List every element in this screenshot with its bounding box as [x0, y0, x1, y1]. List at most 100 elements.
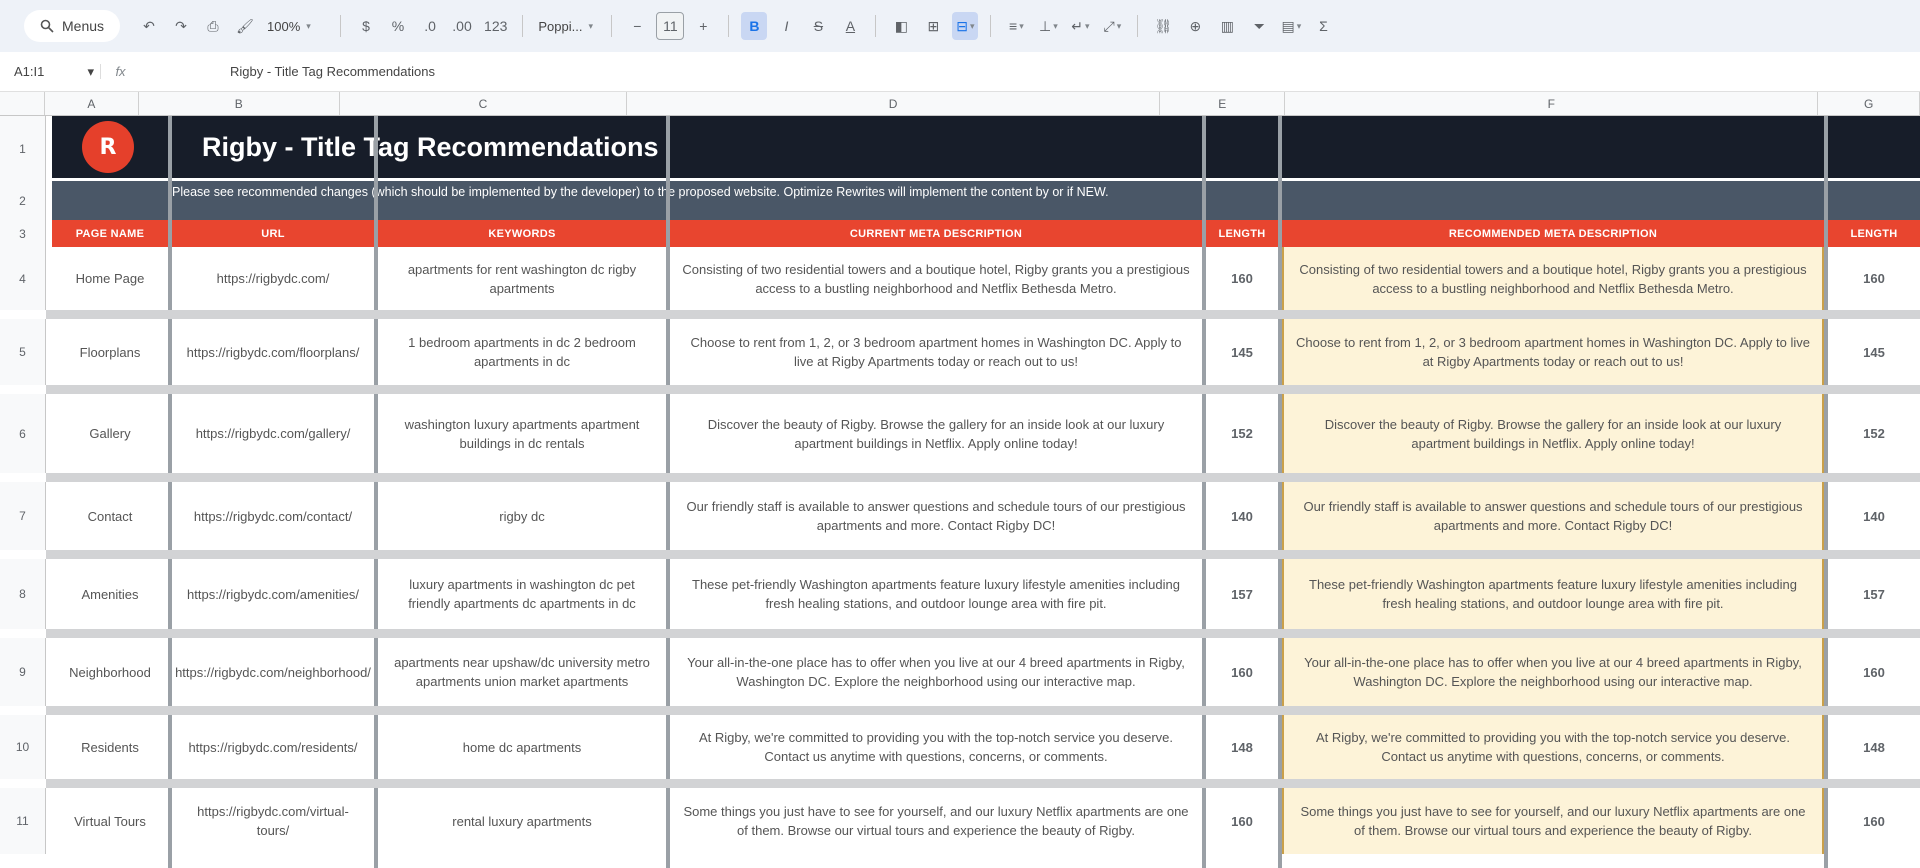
- cell-length[interactable]: 160: [1206, 247, 1278, 310]
- decimal-decrease-icon[interactable]: .0: [417, 12, 443, 40]
- column-header[interactable]: A: [45, 92, 139, 115]
- cell-keywords[interactable]: washington luxury apartments apartment b…: [378, 394, 666, 473]
- cell-length[interactable]: 160: [1828, 638, 1920, 706]
- cell-current-meta[interactable]: Consisting of two residential towers and…: [670, 247, 1202, 310]
- row-header[interactable]: 4: [0, 247, 46, 310]
- cell-page-name[interactable]: Contact: [52, 482, 168, 550]
- currency-icon[interactable]: $: [353, 12, 379, 40]
- name-box[interactable]: A1:I1 ▾: [0, 64, 100, 80]
- cell-length[interactable]: 160: [1828, 788, 1920, 854]
- cell-url[interactable]: https://rigbydc.com/contact/: [172, 482, 374, 550]
- paint-format-icon[interactable]: 🖌: [232, 12, 258, 40]
- font-select[interactable]: Poppi...: [535, 12, 599, 40]
- cell-keywords[interactable]: luxury apartments in washington dc pet f…: [378, 559, 666, 629]
- font-size-decrease-icon[interactable]: −: [624, 12, 650, 40]
- cell-keywords[interactable]: 1 bedroom apartments in dc 2 bedroom apa…: [378, 319, 666, 385]
- cell-url[interactable]: https://rigbydc.com/neighborhood/: [172, 638, 374, 706]
- strikethrough-icon[interactable]: S: [805, 12, 831, 40]
- row-header[interactable]: 9: [0, 638, 46, 706]
- undo-icon[interactable]: ↶: [136, 12, 162, 40]
- cell-page-name[interactable]: Residents: [52, 715, 168, 779]
- cell-url[interactable]: https://rigbydc.com/residents/: [172, 715, 374, 779]
- cell-length[interactable]: 152: [1828, 394, 1920, 473]
- row-header[interactable]: 3: [0, 220, 46, 247]
- cell-length[interactable]: 160: [1206, 788, 1278, 854]
- bold-icon[interactable]: B: [741, 12, 768, 40]
- cell-length[interactable]: 160: [1206, 638, 1278, 706]
- vertical-align-icon[interactable]: ⊥: [1035, 12, 1061, 40]
- cell-recommended-meta[interactable]: Consisting of two residential towers and…: [1282, 247, 1824, 310]
- font-size-increase-icon[interactable]: +: [690, 12, 716, 40]
- cell-current-meta[interactable]: Some things you just have to see for you…: [670, 788, 1202, 854]
- cell-page-name[interactable]: Home Page: [52, 247, 168, 310]
- cell-recommended-meta[interactable]: These pet-friendly Washington apartments…: [1282, 559, 1824, 629]
- cell-page-name[interactable]: Gallery: [52, 394, 168, 473]
- borders-icon[interactable]: ⊞: [920, 12, 946, 40]
- text-color-icon[interactable]: A: [837, 12, 863, 40]
- cell-page-name[interactable]: Neighborhood: [52, 638, 168, 706]
- cell-keywords[interactable]: home dc apartments: [378, 715, 666, 779]
- cell-url[interactable]: https://rigbydc.com/amenities/: [172, 559, 374, 629]
- select-all-corner[interactable]: [0, 92, 45, 115]
- cell-url[interactable]: https://rigbydc.com/floorplans/: [172, 319, 374, 385]
- cell-length[interactable]: 145: [1206, 319, 1278, 385]
- print-icon[interactable]: ⎙: [200, 12, 226, 40]
- row-header[interactable]: 7: [0, 482, 46, 550]
- row-header[interactable]: 5: [0, 319, 46, 385]
- percent-icon[interactable]: %: [385, 12, 411, 40]
- font-size-input[interactable]: 11: [656, 12, 685, 40]
- cell-current-meta[interactable]: Choose to rent from 1, 2, or 3 bedroom a…: [670, 319, 1202, 385]
- row-header[interactable]: 2: [0, 181, 46, 220]
- cell-recommended-meta[interactable]: Discover the beauty of Rigby. Browse the…: [1282, 394, 1824, 473]
- filter-views-icon[interactable]: ▤: [1278, 12, 1304, 40]
- italic-icon[interactable]: I: [773, 12, 799, 40]
- row-header[interactable]: 8: [0, 559, 46, 629]
- column-header[interactable]: B: [139, 92, 340, 115]
- cell-recommended-meta[interactable]: Our friendly staff is available to answe…: [1282, 482, 1824, 550]
- cell-url[interactable]: https://rigbydc.com/virtual-tours/: [172, 788, 374, 854]
- cell-length[interactable]: 148: [1206, 715, 1278, 779]
- redo-icon[interactable]: ↷: [168, 12, 194, 40]
- cell-length[interactable]: 148: [1828, 715, 1920, 779]
- functions-icon[interactable]: Σ: [1310, 12, 1336, 40]
- column-header[interactable]: E: [1160, 92, 1286, 115]
- horizontal-align-icon[interactable]: ≡: [1003, 12, 1029, 40]
- cell-current-meta[interactable]: Your all-in-the-one place has to offer w…: [670, 638, 1202, 706]
- row-header[interactable]: 11: [0, 788, 46, 854]
- cell-length[interactable]: 157: [1828, 559, 1920, 629]
- chart-icon[interactable]: ▥: [1214, 12, 1240, 40]
- cell-recommended-meta[interactable]: Choose to rent from 1, 2, or 3 bedroom a…: [1282, 319, 1824, 385]
- cell-recommended-meta[interactable]: At Rigby, we're committed to providing y…: [1282, 715, 1824, 779]
- cell-current-meta[interactable]: These pet-friendly Washington apartments…: [670, 559, 1202, 629]
- column-header[interactable]: C: [340, 92, 627, 115]
- cell-current-meta[interactable]: Discover the beauty of Rigby. Browse the…: [670, 394, 1202, 473]
- merge-cells-icon[interactable]: ⊟: [952, 12, 979, 40]
- cell-keywords[interactable]: rigby dc: [378, 482, 666, 550]
- cell-recommended-meta[interactable]: Your all-in-the-one place has to offer w…: [1282, 638, 1824, 706]
- filter-icon[interactable]: ⏷: [1246, 12, 1272, 40]
- cell-current-meta[interactable]: At Rigby, we're committed to providing y…: [670, 715, 1202, 779]
- menus-search[interactable]: Menus: [24, 10, 121, 42]
- cell-keywords[interactable]: apartments near upshaw/dc university met…: [378, 638, 666, 706]
- column-header[interactable]: G: [1818, 92, 1920, 115]
- cell-keywords[interactable]: apartments for rent washington dc rigby …: [378, 247, 666, 310]
- cell-keywords[interactable]: rental luxury apartments: [378, 788, 666, 854]
- cell-length[interactable]: 160: [1828, 247, 1920, 310]
- decimal-increase-icon[interactable]: .00: [449, 12, 475, 40]
- cell-length[interactable]: 140: [1206, 482, 1278, 550]
- text-wrap-icon[interactable]: ↵: [1067, 12, 1093, 40]
- row-header[interactable]: 10: [0, 715, 46, 779]
- cell-length[interactable]: 157: [1206, 559, 1278, 629]
- cell-page-name[interactable]: Floorplans: [52, 319, 168, 385]
- comment-icon[interactable]: ⊕: [1182, 12, 1208, 40]
- fill-color-icon[interactable]: ◧: [888, 12, 914, 40]
- cell-page-name[interactable]: Virtual Tours: [52, 788, 168, 854]
- cell-url[interactable]: https://rigbydc.com/gallery/: [172, 394, 374, 473]
- cell-recommended-meta[interactable]: Some things you just have to see for you…: [1282, 788, 1824, 854]
- cell-current-meta[interactable]: Our friendly staff is available to answe…: [670, 482, 1202, 550]
- row-header[interactable]: 6: [0, 394, 46, 473]
- cell-length[interactable]: 145: [1828, 319, 1920, 385]
- number-format-icon[interactable]: 123: [481, 12, 510, 40]
- row-header[interactable]: 1: [0, 116, 46, 181]
- cell-length[interactable]: 140: [1828, 482, 1920, 550]
